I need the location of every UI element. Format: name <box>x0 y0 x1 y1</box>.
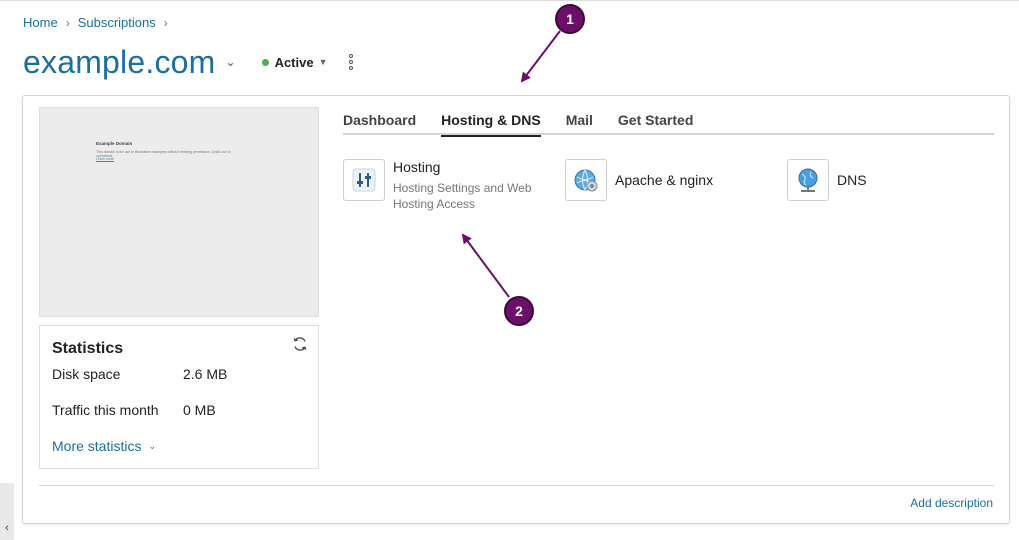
footer-divider <box>39 485 994 486</box>
page-title: example.com <box>23 43 216 80</box>
tool-dns[interactable]: DNS <box>787 159 867 201</box>
title-row: example.com ⌄ Active ▼ <box>23 40 356 84</box>
breadcrumb-home[interactable]: Home <box>23 15 58 30</box>
preview-title: Example Domain <box>96 141 133 146</box>
tool-apache-name: Apache & nginx <box>615 172 714 188</box>
sidebar-collapse-handle[interactable]: ‹ <box>0 483 14 540</box>
add-description-link[interactable]: Add description <box>910 496 993 510</box>
traffic-value: 0 MB <box>183 402 216 418</box>
chevron-down-icon[interactable]: ⌄ <box>226 55 236 69</box>
status-dropdown[interactable]: Active ▼ <box>261 54 328 70</box>
top-rule <box>0 0 1019 1</box>
traffic-row: Traffic this month 0 MB <box>52 402 216 418</box>
chevron-right-icon: › <box>65 15 70 30</box>
tool-dns-name: DNS <box>837 172 867 188</box>
tool-hosting-name: Hosting <box>393 159 441 175</box>
tab-dashboard[interactable]: Dashboard <box>343 112 416 135</box>
disk-space-value: 2.6 MB <box>183 366 228 382</box>
chevron-right-icon: › <box>163 15 168 30</box>
more-statistics-link[interactable]: More statistics ⌄ <box>52 438 156 454</box>
tab-hosting-dns[interactable]: Hosting & DNS <box>441 112 541 137</box>
callout-1: 1 <box>555 4 585 34</box>
statistics-card: Statistics Disk space 2.6 MB Traffic thi… <box>39 325 319 469</box>
disk-space-label: Disk space <box>52 366 121 382</box>
chevron-down-icon: ⌄ <box>148 440 157 451</box>
tab-get-started[interactable]: Get Started <box>618 112 693 135</box>
status-dot-icon <box>261 58 269 66</box>
tab-bar: Dashboard Hosting & DNS Mail Get Started <box>343 112 994 137</box>
caret-down-icon: ▼ <box>318 57 328 67</box>
callout-2: 2 <box>504 296 534 326</box>
apache-globe-gear-icon <box>565 159 607 201</box>
traffic-label: Traffic this month <box>52 402 159 418</box>
breadcrumb-subscriptions[interactable]: Subscriptions <box>78 15 156 30</box>
dns-globe-icon <box>787 159 829 201</box>
tab-mail[interactable]: Mail <box>566 112 593 135</box>
status-label: Active <box>274 54 314 70</box>
more-actions-icon[interactable] <box>346 52 356 72</box>
hosting-sliders-icon <box>343 159 385 201</box>
refresh-icon[interactable] <box>292 336 308 352</box>
preview-text: This domain is for use in illustrative e… <box>96 150 231 158</box>
tool-apache-nginx[interactable]: Apache & nginx <box>565 159 713 201</box>
breadcrumb: Home › Subscriptions › <box>23 15 176 30</box>
tool-hosting[interactable]: Hosting Hosting Settings and Web Hosting… <box>343 159 553 212</box>
chevron-left-icon: ‹ <box>5 522 9 534</box>
preview-link: Learn more <box>96 157 114 161</box>
tool-hosting-desc: Hosting Settings and Web Hosting Access <box>393 181 532 211</box>
disk-space-row: Disk space 2.6 MB <box>52 366 227 382</box>
statistics-title: Statistics <box>52 340 124 357</box>
site-preview[interactable]: Example Domain This domain is for use in… <box>39 107 319 317</box>
annotation-arrow-1 <box>520 30 561 83</box>
more-statistics-label: More statistics <box>52 438 142 454</box>
